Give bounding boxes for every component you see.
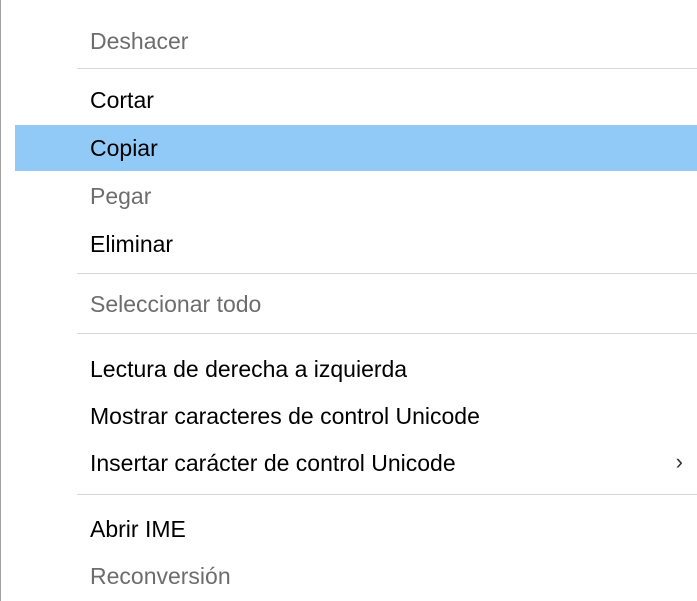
menu-item-open-ime[interactable]: Abrir IME <box>15 506 697 552</box>
menu-item-reconversion[interactable]: Reconversión <box>15 553 697 599</box>
menu-item-label: Insertar carácter de control Unicode <box>90 450 456 476</box>
menu-item-label: Pegar <box>90 183 152 209</box>
menu-separator <box>77 494 697 495</box>
menu-separator <box>77 68 697 69</box>
menu-separator <box>77 273 697 274</box>
menu-item-show-unicode-control[interactable]: Mostrar caracteres de control Unicode <box>15 393 697 439</box>
menu-item-select-all[interactable]: Seleccionar todo <box>15 281 697 327</box>
menu-item-undo[interactable]: Deshacer <box>15 18 697 64</box>
menu-item-delete[interactable]: Eliminar <box>15 221 697 267</box>
context-menu: Deshacer Cortar Copiar Pegar Eliminar Se… <box>0 0 697 601</box>
chevron-right-icon: › <box>675 449 683 474</box>
menu-item-label: Eliminar <box>90 231 174 257</box>
menu-item-label: Seleccionar todo <box>90 291 262 317</box>
menu-separator <box>77 333 697 334</box>
menu-item-cut[interactable]: Cortar <box>15 77 697 123</box>
menu-item-insert-unicode-control[interactable]: Insertar carácter de control Unicode › <box>15 440 697 486</box>
menu-item-paste[interactable]: Pegar <box>15 173 697 219</box>
menu-item-label: Deshacer <box>90 28 189 54</box>
menu-item-label: Cortar <box>90 87 154 113</box>
menu-item-rtl-reading[interactable]: Lectura de derecha a izquierda <box>15 346 697 392</box>
menu-item-label: Abrir IME <box>90 516 186 542</box>
menu-item-label: Reconversión <box>90 563 231 589</box>
menu-item-label: Mostrar caracteres de control Unicode <box>90 403 480 429</box>
menu-item-copy[interactable]: Copiar <box>15 125 697 171</box>
menu-item-label: Copiar <box>90 135 158 161</box>
menu-item-label: Lectura de derecha a izquierda <box>90 356 408 382</box>
